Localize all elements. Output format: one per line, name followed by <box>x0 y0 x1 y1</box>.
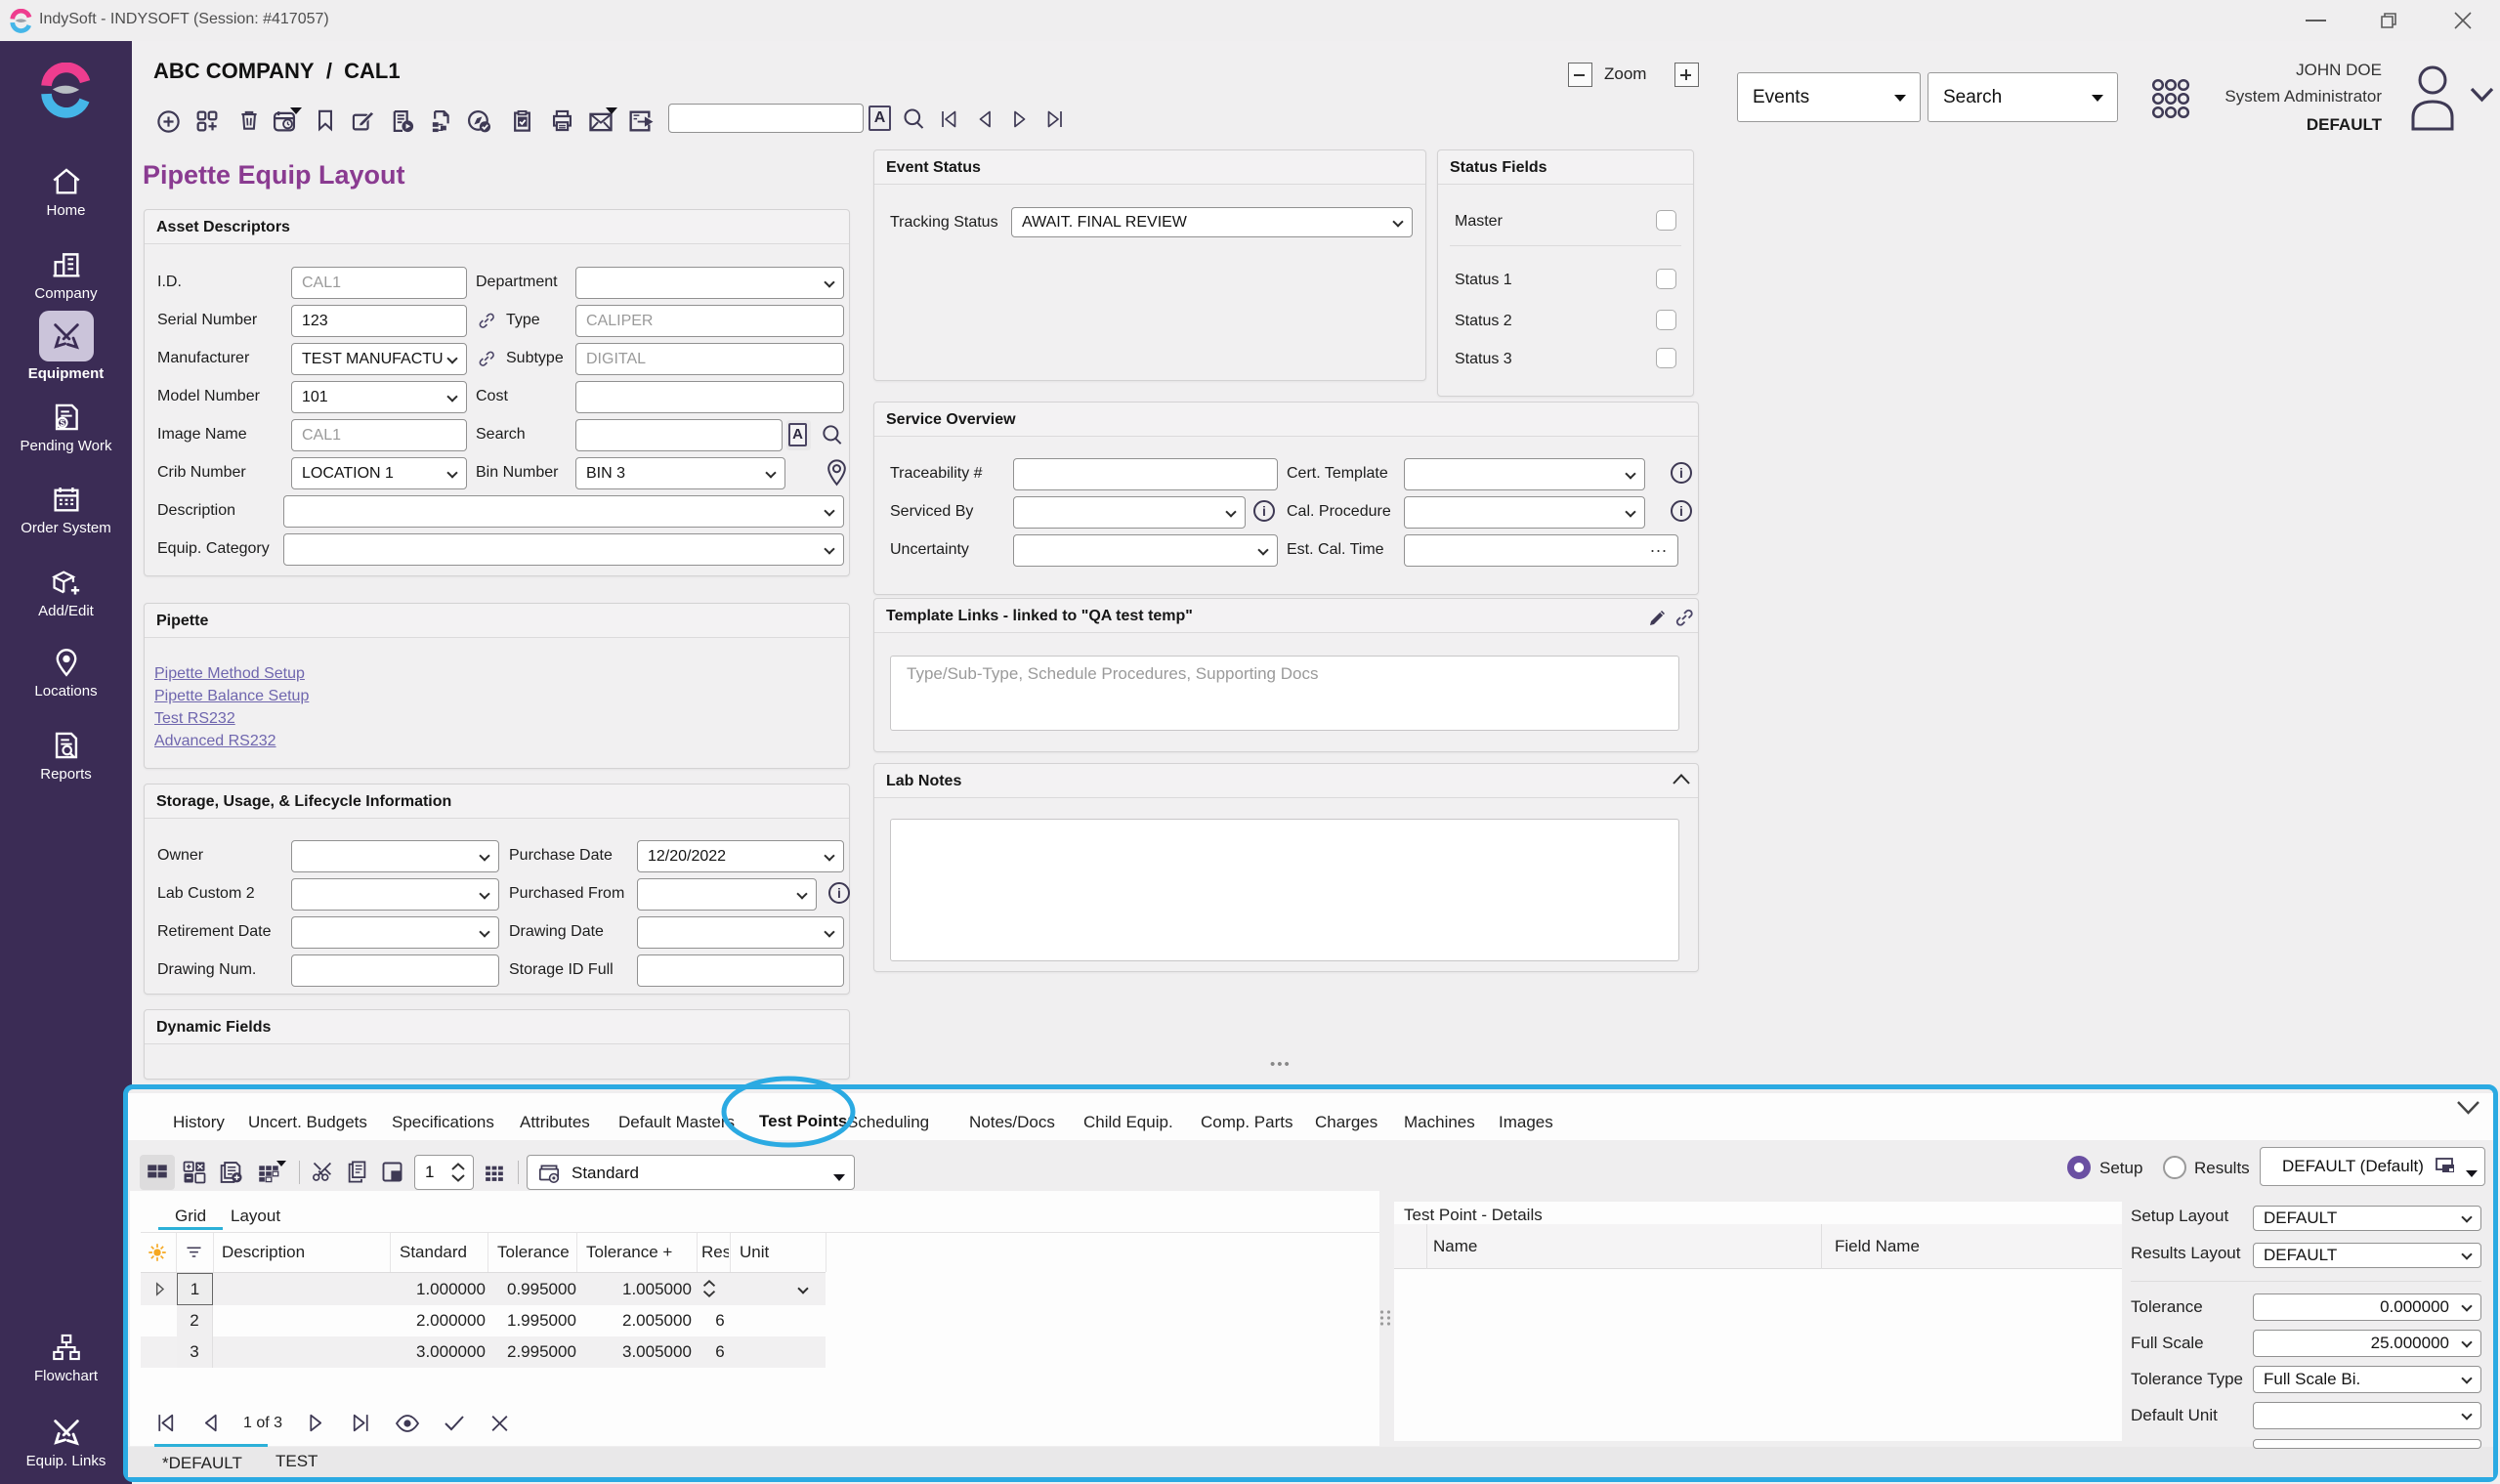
svg-text:$: $ <box>60 418 64 428</box>
